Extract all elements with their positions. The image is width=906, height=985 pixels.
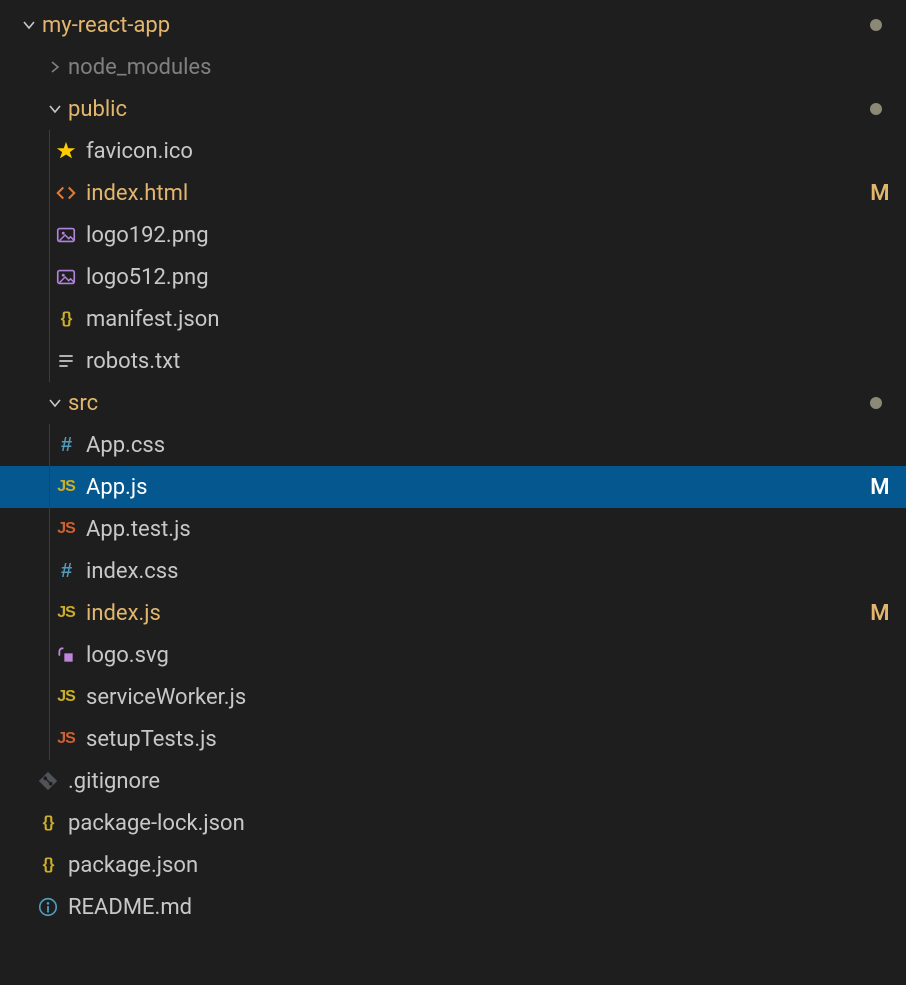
file-label: package-lock.json <box>68 811 245 836</box>
file-label: logo.svg <box>86 643 169 668</box>
modified-dot-icon <box>870 103 882 115</box>
text-file-icon <box>52 351 80 371</box>
file-gitignore[interactable]: .gitignore <box>0 760 906 802</box>
file-logo-svg[interactable]: logo.svg <box>0 634 906 676</box>
file-explorer: my-react-app node_modules public favicon… <box>0 0 906 928</box>
file-label: App.js <box>86 475 147 500</box>
js-icon: JS <box>52 478 80 496</box>
file-package-json[interactable]: { } package.json <box>0 844 906 886</box>
folder-src[interactable]: src <box>0 382 906 424</box>
json-icon: { } <box>52 310 80 328</box>
modified-dot-icon <box>870 19 882 31</box>
folder-label: my-react-app <box>42 13 170 38</box>
css-icon: # <box>52 560 80 583</box>
html-icon <box>52 182 80 204</box>
file-serviceworker-js[interactable]: JS serviceWorker.js <box>0 676 906 718</box>
file-label: .gitignore <box>68 769 160 794</box>
file-app-css[interactable]: # App.css <box>0 424 906 466</box>
js-test-icon: JS <box>52 520 80 538</box>
file-favicon-ico[interactable]: favicon.ico <box>0 130 906 172</box>
folder-node-modules[interactable]: node_modules <box>0 46 906 88</box>
file-label: logo192.png <box>86 223 209 248</box>
file-robots-txt[interactable]: robots.txt <box>0 340 906 382</box>
chevron-down-icon <box>16 17 42 33</box>
file-label: index.css <box>86 559 179 584</box>
file-label: logo512.png <box>86 265 209 290</box>
indent-guide <box>49 424 50 760</box>
js-test-icon: JS <box>52 730 80 748</box>
git-status: M <box>870 601 890 626</box>
favicon-icon <box>52 140 80 162</box>
image-icon <box>52 224 80 246</box>
css-icon: # <box>52 434 80 457</box>
folder-label: src <box>68 391 98 416</box>
file-label: index.js <box>86 601 161 626</box>
file-label: package.json <box>68 853 198 878</box>
file-package-lock-json[interactable]: { } package-lock.json <box>0 802 906 844</box>
file-app-test-js[interactable]: JS App.test.js <box>0 508 906 550</box>
git-status: M <box>870 181 890 206</box>
file-manifest-json[interactable]: { } manifest.json <box>0 298 906 340</box>
js-icon: JS <box>52 688 80 706</box>
folder-root[interactable]: my-react-app <box>0 4 906 46</box>
file-label: serviceWorker.js <box>86 685 246 710</box>
chevron-down-icon <box>42 395 68 411</box>
file-label: favicon.ico <box>86 139 193 164</box>
folder-label: public <box>68 97 127 122</box>
file-label: robots.txt <box>86 349 180 374</box>
json-icon: { } <box>34 814 62 832</box>
image-icon <box>52 266 80 288</box>
file-label: manifest.json <box>86 307 219 332</box>
file-label: App.css <box>86 433 165 458</box>
file-readme-md[interactable]: README.md <box>0 886 906 928</box>
file-setuptests-js[interactable]: JS setupTests.js <box>0 718 906 760</box>
git-icon <box>34 770 62 792</box>
file-label: README.md <box>68 895 192 920</box>
file-logo192-png[interactable]: logo192.png <box>0 214 906 256</box>
file-label: App.test.js <box>86 517 191 542</box>
chevron-right-icon <box>42 59 68 75</box>
file-logo512-png[interactable]: logo512.png <box>0 256 906 298</box>
js-icon: JS <box>52 604 80 622</box>
file-index-css[interactable]: # index.css <box>0 550 906 592</box>
file-app-js[interactable]: JS App.js M <box>0 466 906 508</box>
indent-guide <box>49 130 50 382</box>
svg-icon <box>52 645 80 665</box>
file-label: index.html <box>86 181 188 206</box>
git-status: M <box>870 475 890 500</box>
info-icon <box>34 896 62 918</box>
file-index-js[interactable]: JS index.js M <box>0 592 906 634</box>
file-label: setupTests.js <box>86 727 217 752</box>
chevron-down-icon <box>42 101 68 117</box>
folder-label: node_modules <box>68 55 211 80</box>
json-icon: { } <box>34 856 62 874</box>
modified-dot-icon <box>870 397 882 409</box>
folder-public[interactable]: public <box>0 88 906 130</box>
file-index-html[interactable]: index.html M <box>0 172 906 214</box>
